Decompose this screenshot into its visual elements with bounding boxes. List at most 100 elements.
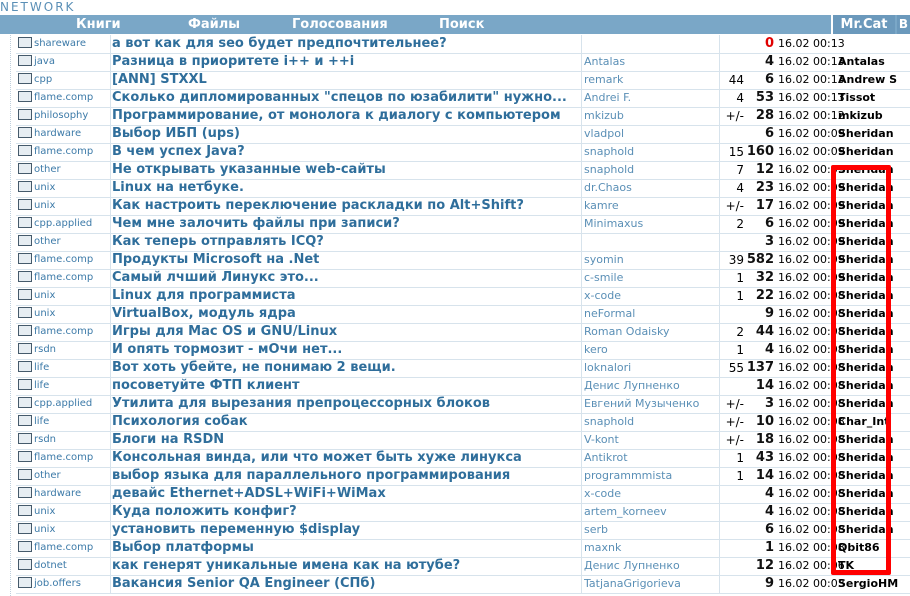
topic-author[interactable]: remark <box>584 71 720 89</box>
topic-title[interactable]: Как настроить переключение раскладки по … <box>112 197 580 215</box>
forum-link[interactable]: shareware <box>18 35 108 53</box>
topic-row[interactable]: other Не открывать указанные web-сайты sna… <box>16 161 910 180</box>
topic-row[interactable]: flame.comp В чем успех Java? snaphold 15 160… <box>16 143 910 162</box>
topic-row[interactable]: hardware Выбор ИБП (ups) vladpol 6 16.02 00:… <box>16 125 910 144</box>
topic-title[interactable]: Сколько дипломированных "спецов по юзаби… <box>112 89 580 107</box>
topic-title[interactable]: как генерят уникальные имена как на ютуб… <box>112 557 580 575</box>
topic-title[interactable]: Продукты Microsoft на .Net <box>112 251 580 269</box>
topic-last-author[interactable]: Sheridan <box>838 143 908 161</box>
topic-author[interactable]: snaphold <box>584 413 720 431</box>
nav-user[interactable]: Mr.Cat <box>833 15 895 34</box>
topic-title[interactable]: Куда положить конфиг? <box>112 503 580 521</box>
nav-polls[interactable]: Голосования <box>292 15 388 34</box>
topic-row[interactable]: hardware девайс Ethernet+ADSL+WiFi+WiMax x… <box>16 485 910 504</box>
topic-row[interactable]: shareware а вот как для seo будет предпоч… <box>16 35 910 54</box>
topic-title[interactable]: выбор языка для параллельного программир… <box>112 467 580 485</box>
forum-link[interactable]: flame.comp <box>18 539 108 557</box>
forum-link[interactable]: other <box>18 161 108 179</box>
topic-title[interactable]: Выбор ИБП (ups) <box>112 125 580 143</box>
topic-author[interactable]: Денис Лупненко <box>584 557 720 575</box>
forum-link[interactable]: cpp <box>18 71 108 89</box>
topic-row[interactable]: flame.comp Выбор платформы maxnk 1 16.02 00:… <box>16 539 910 558</box>
topic-title[interactable]: И опять тормозит - мОчи нет... <box>112 341 580 359</box>
topic-title[interactable]: Игры для Mac OS и GNU/Linux <box>112 323 580 341</box>
topic-title[interactable]: Не открывать указанные web-сайты <box>112 161 580 179</box>
forum-link[interactable]: unix <box>18 521 108 539</box>
forum-link[interactable]: rsdn <box>18 341 108 359</box>
forum-link[interactable]: flame.comp <box>18 323 108 341</box>
topic-title[interactable]: Программирование, от монолога к диалогу … <box>112 107 580 125</box>
topic-author[interactable]: vladpol <box>584 125 720 143</box>
topic-row[interactable]: rsdn Блоги на RSDN V-kont +/- 18 16.02 00:08 S… <box>16 431 910 450</box>
topic-author[interactable]: Евгений Музыченко <box>584 395 720 413</box>
topic-title[interactable]: Консольная винда, или что может быть хуж… <box>112 449 580 467</box>
forum-link[interactable]: flame.comp <box>18 89 108 107</box>
topic-row[interactable]: unix Как настроить переключение раскладки… <box>16 197 910 216</box>
topic-title[interactable]: посоветуйте ФТП клиент <box>112 377 580 395</box>
topic-author[interactable]: Roman Odaisky <box>584 323 720 341</box>
forum-link[interactable]: cpp.applied <box>18 395 108 413</box>
topic-author[interactable] <box>584 35 720 53</box>
topic-title[interactable]: Разница в приоритете i++ и ++i <box>112 53 580 71</box>
forum-link[interactable]: philosophy <box>18 107 108 125</box>
topic-title[interactable]: девайс Ethernet+ADSL+WiFi+WiMax <box>112 485 580 503</box>
forum-link[interactable]: flame.comp <box>18 269 108 287</box>
nav-books[interactable]: Книги <box>76 15 121 34</box>
forum-link[interactable]: unix <box>18 179 108 197</box>
topic-author[interactable]: loknalori <box>584 359 720 377</box>
topic-author[interactable]: snaphold <box>584 161 720 179</box>
topic-row[interactable]: cpp.applied Чем мне залочить файлы при за… <box>16 215 910 234</box>
topic-last-author[interactable]: mkizub <box>838 107 908 125</box>
topic-title[interactable]: Чем мне залочить файлы при записи? <box>112 215 580 233</box>
topic-author[interactable]: maxnk <box>584 539 720 557</box>
topic-title[interactable]: В чем успех Java? <box>112 143 580 161</box>
forum-link[interactable]: life <box>18 359 108 377</box>
topic-row[interactable]: other выбор языка для параллельного прогр… <box>16 467 910 486</box>
topic-title[interactable]: Психология собак <box>112 413 580 431</box>
forum-link[interactable]: unix <box>18 503 108 521</box>
topic-author[interactable]: syomin <box>584 251 720 269</box>
topic-title[interactable]: установить переменную $display <box>112 521 580 539</box>
topic-title[interactable]: а вот как для seo будет предпочтительнее… <box>112 35 580 53</box>
topic-author[interactable]: kamre <box>584 197 720 215</box>
topic-row[interactable]: life Вот хоть убейте, не понимаю 2 вещи. l… <box>16 359 910 378</box>
topic-row[interactable]: unix Linux для программиста x-code 1 22 16.02… <box>16 287 910 306</box>
topic-title[interactable]: Блоги на RSDN <box>112 431 580 449</box>
topic-title[interactable]: Утилита для вырезания препроцессорных бл… <box>112 395 580 413</box>
topic-author[interactable]: c-smile <box>584 269 720 287</box>
forum-link[interactable]: other <box>18 467 108 485</box>
nav-files[interactable]: Файлы <box>188 15 240 34</box>
topic-author[interactable]: neFormal <box>584 305 720 323</box>
topic-author[interactable]: Денис Лупненко <box>584 377 720 395</box>
topic-row[interactable]: unix Linux на нетбуке. dr.Chaos 4 23 16.02 00… <box>16 179 910 198</box>
forum-link[interactable]: rsdn <box>18 431 108 449</box>
topic-last-author[interactable]: Sheridan <box>838 125 908 143</box>
topic-last-author[interactable]: Andrew S <box>838 71 908 89</box>
topic-row[interactable]: flame.comp Сколько дипломированных "спецо… <box>16 89 910 108</box>
nav-search[interactable]: Поиск <box>439 15 484 34</box>
topic-row[interactable]: job.offers Вакансия Senior QA Engineer (С… <box>16 575 910 594</box>
topic-author[interactable]: snaphold <box>584 143 720 161</box>
forum-link[interactable]: hardware <box>18 125 108 143</box>
topic-author[interactable]: dr.Chaos <box>584 179 720 197</box>
forum-link[interactable]: other <box>18 233 108 251</box>
topic-last-author[interactable]: Antalas <box>838 53 908 71</box>
topic-author[interactable]: x-code <box>584 485 720 503</box>
topic-row[interactable]: cpp [ANN] STXXL remark 44 6 16.02 00:13 Andrew… <box>16 71 910 90</box>
topic-row[interactable]: unix VirtualBox, модуль ядра neFormal 9 16.0… <box>16 305 910 324</box>
topic-author[interactable] <box>584 233 720 251</box>
forum-link[interactable]: unix <box>18 287 108 305</box>
topic-author[interactable]: mkizub <box>584 107 720 125</box>
forum-link[interactable]: hardware <box>18 485 108 503</box>
topic-row[interactable]: unix установить переменную $display serb 6 1… <box>16 521 910 540</box>
topic-row[interactable]: flame.comp Продукты Microsoft на .Net syom… <box>16 251 910 270</box>
topic-author[interactable]: V-kont <box>584 431 720 449</box>
topic-title[interactable]: Linux на нетбуке. <box>112 179 580 197</box>
topic-row[interactable]: java Разница в приоритете i++ и ++i Antala… <box>16 53 910 72</box>
topic-title[interactable]: Вакансия Senior QA Engineer (СПб) <box>112 575 580 593</box>
topic-author[interactable]: serb <box>584 521 720 539</box>
topic-title[interactable]: [ANN] STXXL <box>112 71 580 89</box>
forum-link[interactable]: java <box>18 53 108 71</box>
forum-link[interactable]: unix <box>18 305 108 323</box>
topic-last-author[interactable]: Tissot <box>838 89 908 107</box>
